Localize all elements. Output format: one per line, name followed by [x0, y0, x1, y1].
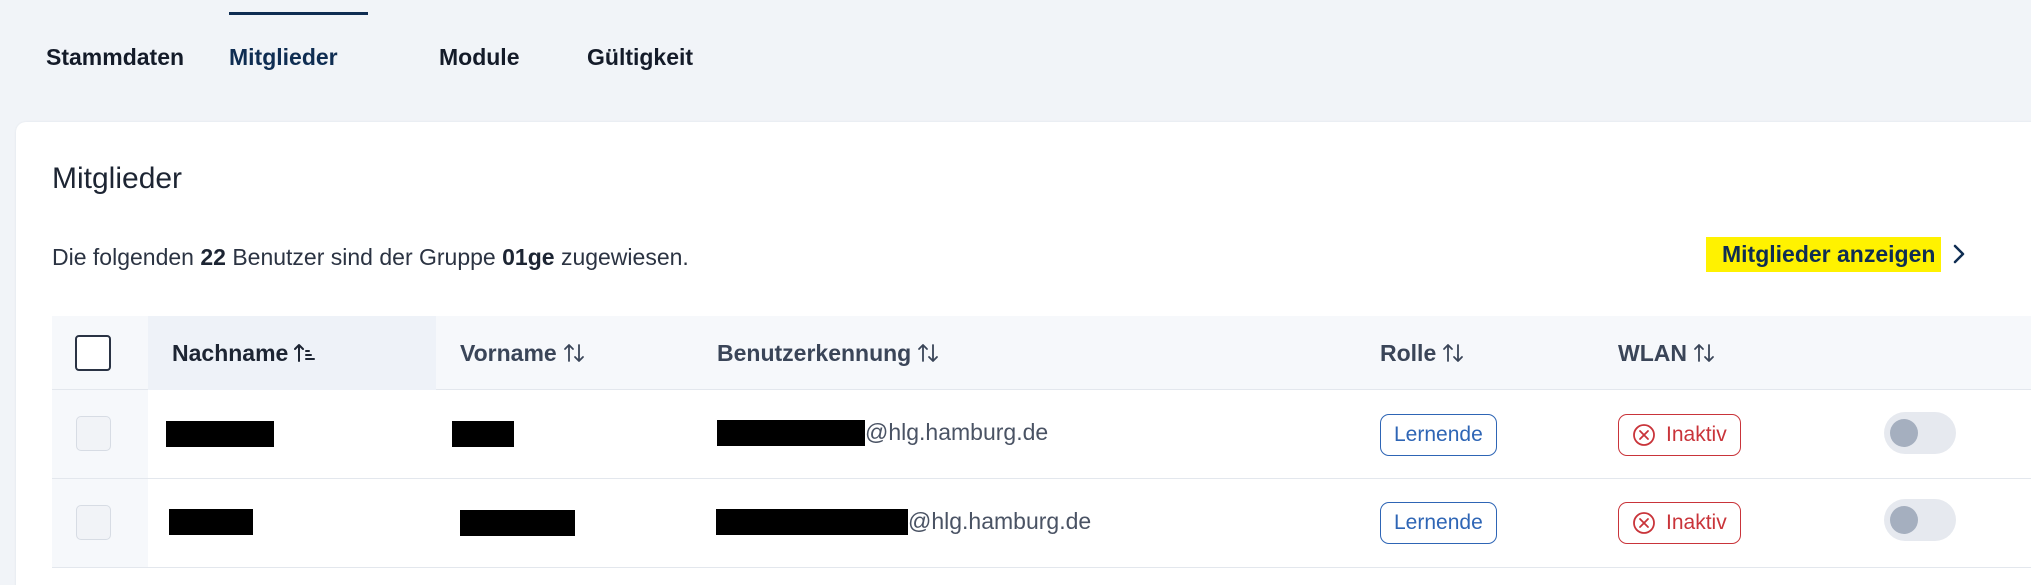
email-domain: @hlg.hamburg.de	[908, 508, 1092, 534]
username-redacted	[717, 419, 865, 446]
tab-label: Mitglieder	[229, 43, 338, 70]
wlan-status-badge[interactable]: Inaktiv	[1618, 414, 1741, 456]
tab-mitglieder[interactable]: Mitglieder	[229, 12, 368, 102]
sort-icon	[563, 344, 584, 362]
card-title: Mitglieder	[52, 162, 183, 195]
column-header-vorname[interactable]: Vorname	[460, 316, 585, 390]
wlan-status-label: Inaktiv	[1666, 423, 1727, 446]
tab-gueltigkeit[interactable]: Gültigkeit	[587, 12, 693, 102]
nachname-redacted	[166, 421, 274, 447]
table-row[interactable]: @hlg.hamburg.de Lernende Inaktiv	[52, 479, 2031, 568]
sort-icon	[918, 344, 939, 362]
active-tab-indicator	[229, 12, 368, 15]
tab-stammdaten[interactable]: Stammdaten	[46, 12, 184, 102]
sort-icon	[1694, 344, 1714, 362]
role-badge[interactable]: Lernende	[1380, 502, 1497, 544]
column-label: Benutzerkennung	[717, 339, 912, 366]
circle-x-icon	[1633, 512, 1655, 534]
username-redacted	[716, 508, 908, 535]
members-card: Mitglieder Die folgenden 22 Benutzer sin…	[16, 122, 2031, 585]
tab-module[interactable]: Module	[439, 12, 520, 102]
benutzerkennung: @hlg.hamburg.de	[717, 419, 1048, 446]
role-badge[interactable]: Lernende	[1380, 414, 1497, 456]
toggle-knob	[1890, 506, 1918, 534]
column-header-benutzerkennung[interactable]: Benutzerkennung	[717, 316, 939, 390]
show-members-label: Mitglieder anzeigen	[1706, 236, 1942, 272]
column-header-rolle[interactable]: Rolle	[1380, 316, 1464, 390]
sort-icon	[1443, 344, 1464, 362]
tab-label: Module	[439, 43, 520, 70]
circle-x-icon	[1633, 424, 1655, 446]
tab-label: Stammdaten	[46, 43, 185, 70]
benutzerkennung: @hlg.hamburg.de	[716, 508, 1091, 535]
wlan-toggle[interactable]	[1884, 412, 1956, 454]
chevron-right-icon	[1954, 244, 1965, 264]
sort-ascending-icon	[294, 344, 316, 362]
email-domain: @hlg.hamburg.de	[865, 419, 1049, 445]
column-header-nachname[interactable]: Nachname	[172, 316, 316, 390]
column-label: WLAN	[1618, 339, 1687, 366]
summary-prefix: Die folgenden	[52, 244, 194, 270]
tab-label: Gültigkeit	[587, 43, 694, 70]
nachname-redacted	[169, 509, 253, 535]
column-header-wlan[interactable]: WLAN	[1618, 316, 1715, 390]
select-all-checkbox[interactable]	[75, 335, 111, 371]
show-members-link[interactable]: Mitglieder anzeigen	[1706, 234, 1967, 274]
column-label: Rolle	[1380, 339, 1437, 366]
column-label: Vorname	[460, 339, 557, 366]
vorname-redacted	[452, 421, 514, 447]
table-header: Nachname Vorname Benutzerkennung Rolle W…	[52, 316, 2031, 390]
group-name: 01ge	[502, 244, 555, 270]
wlan-status-label: Inaktiv	[1666, 511, 1727, 534]
members-summary: Die folgenden 22 Benutzer sind der Grupp…	[52, 244, 689, 271]
role-label: Lernende	[1394, 423, 1483, 446]
row-checkbox[interactable]	[76, 416, 111, 451]
member-count: 22	[200, 244, 226, 270]
row-checkbox[interactable]	[76, 505, 111, 540]
column-label: Nachname	[172, 339, 289, 366]
vorname-redacted	[460, 510, 575, 536]
wlan-toggle[interactable]	[1884, 499, 1956, 541]
role-label: Lernende	[1394, 511, 1483, 534]
tab-bar: Stammdaten Mitglieder Module Gültigkeit	[0, 0, 2031, 122]
summary-suffix: zugewiesen.	[560, 244, 689, 270]
toggle-knob	[1890, 419, 1918, 447]
members-table: Nachname Vorname Benutzerkennung Rolle W…	[52, 316, 2031, 568]
wlan-status-badge[interactable]: Inaktiv	[1618, 502, 1741, 544]
summary-middle: Benutzer sind der Gruppe	[232, 244, 496, 270]
table-row[interactable]: @hlg.hamburg.de Lernende Inaktiv	[52, 390, 2031, 479]
